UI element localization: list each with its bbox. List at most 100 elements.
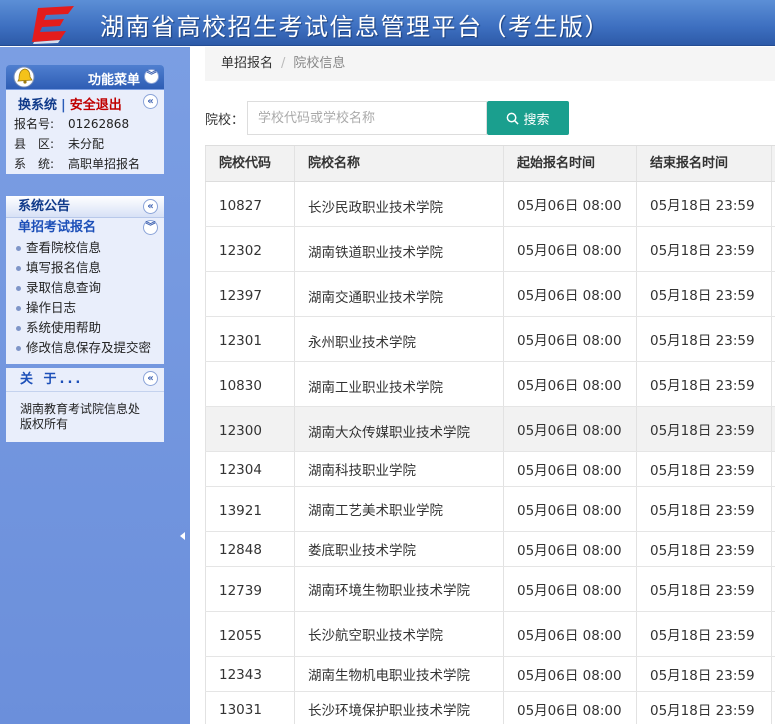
about-header[interactable]: 关 于... « <box>6 368 164 392</box>
table-row[interactable]: 12302 湖南铁道职业技术学院 05月06日 08:00 05月18日 23:59 <box>205 227 775 272</box>
nav-item-label: 操作日志 <box>26 300 77 315</box>
nav-item-label: 查看院校信息 <box>26 240 102 255</box>
start-time-cell: 05月06日 08:00 <box>517 503 622 519</box>
nav-item-help[interactable]: 系统使用帮助 <box>6 318 164 338</box>
menu-collapse-icon[interactable]: ︾ <box>144 69 159 84</box>
school-name-cell: 湖南工业职业技术学院 <box>308 380 443 396</box>
table-row[interactable]: 10830 湖南工业职业技术学院 05月06日 08:00 05月18日 23:59 <box>205 362 775 407</box>
field-label: 县 区: <box>14 137 55 151</box>
start-time-cell: 05月06日 08:00 <box>517 628 622 644</box>
school-search-input[interactable] <box>247 101 487 135</box>
table-header: 院校代码 院校名称 起始报名时间 结束报名时间 <box>205 146 775 182</box>
table-body: 10827 长沙民政职业技术学院 05月06日 08:00 05月18日 23:59 1… <box>205 182 775 724</box>
nav-item-view-schools[interactable]: 查看院校信息 <box>6 238 164 258</box>
notice-collapse-icon[interactable]: « <box>143 199 158 214</box>
bullet-icon <box>16 306 21 311</box>
school-code-cell: 12300 <box>219 423 262 439</box>
end-time-cell: 05月18日 23:59 <box>650 703 755 719</box>
end-time-cell: 05月18日 23:59 <box>650 423 755 439</box>
school-name-cell: 长沙环境保护职业技术学院 <box>308 703 470 719</box>
end-time-cell: 05月18日 23:59 <box>650 463 755 479</box>
end-time-cell: 05月18日 23:59 <box>650 288 755 304</box>
bullet-icon <box>16 246 21 251</box>
field-value: 01262868 <box>68 117 130 131</box>
table-row[interactable]: 12848 娄底职业技术学院 05月06日 08:00 05月18日 23:59 <box>205 532 775 567</box>
search-button[interactable]: 搜索 <box>487 101 569 135</box>
end-time-cell: 05月18日 23:59 <box>650 378 755 394</box>
logout-link[interactable]: 安全退出 <box>70 98 122 113</box>
table-row[interactable]: 12343 湖南生物机电职业技术学院 05月06日 08:00 05月18日 23:5… <box>205 657 775 692</box>
start-time-cell: 05月06日 08:00 <box>517 243 622 259</box>
field-label: 系 统: <box>14 157 55 171</box>
end-time-cell: 05月18日 23:59 <box>650 243 755 259</box>
school-name-cell: 永州职业技术学院 <box>308 335 416 351</box>
breadcrumb-current: 院校信息 <box>293 56 346 71</box>
column-header-end: 结束报名时间 <box>650 156 729 171</box>
table-row[interactable]: 12055 长沙航空职业技术学院 05月06日 08:00 05月18日 23:59 <box>205 612 775 657</box>
about-panel: 关 于... « 湖南教育考试院信息处版权所有 <box>6 368 164 442</box>
switch-system-link[interactable]: 换系统 <box>18 98 57 113</box>
start-time-cell: 05月06日 08:00 <box>517 543 622 559</box>
table-row[interactable]: 12304 湖南科技职业学院 05月06日 08:00 05月18日 23:59 <box>205 452 775 487</box>
sidebar-collapse-arrow-icon[interactable] <box>180 532 185 540</box>
search-button-label: 搜索 <box>523 112 550 128</box>
about-collapse-icon[interactable]: « <box>143 371 158 386</box>
start-time-cell: 05月06日 08:00 <box>517 703 622 719</box>
bullet-icon <box>16 286 21 291</box>
column-header-code: 院校代码 <box>219 156 272 171</box>
section-header[interactable]: 单招考试报名 ︾ <box>6 218 164 238</box>
field-value: 未分配 <box>68 137 105 151</box>
school-code-cell: 13031 <box>219 702 262 718</box>
breadcrumb: 单招报名 / 院校信息 <box>205 47 775 81</box>
exam-logo-icon <box>32 6 74 44</box>
school-name-cell: 湖南铁道职业技术学院 <box>308 245 443 261</box>
nav-item-label: 填写报名信息 <box>26 260 102 275</box>
bullet-icon <box>16 346 21 351</box>
notice-header[interactable]: 系统公告 « <box>6 196 164 218</box>
table-row[interactable]: 12739 湖南环境生物职业技术学院 05月06日 08:00 05月18日 23:5… <box>205 567 775 612</box>
end-time-cell: 05月18日 23:59 <box>650 583 755 599</box>
school-code-cell: 12055 <box>219 628 262 644</box>
field-value: 高职单招报名 <box>68 157 141 171</box>
table-row[interactable]: 13921 湖南工艺美术职业学院 05月06日 08:00 05月18日 23:59 <box>205 487 775 532</box>
end-time-cell: 05月18日 23:59 <box>650 333 755 349</box>
user-info-panel: « 换系统 | 安全退出 报名号: 01262868 县 区: 未分配 系 统: 高职单招… <box>6 90 164 174</box>
copyright-text: 湖南教育考试院信息处版权所有 <box>20 402 141 431</box>
breadcrumb-item[interactable]: 单招报名 <box>221 56 273 71</box>
start-time-cell: 05月06日 08:00 <box>517 288 622 304</box>
nav-item-fill-registration[interactable]: 填写报名信息 <box>6 258 164 278</box>
table-row[interactable]: 12300 湖南大众传媒职业技术学院 05月06日 08:00 05月18日 23:5… <box>205 407 775 452</box>
school-name-cell: 长沙民政职业技术学院 <box>308 200 443 216</box>
nav-item-operation-log[interactable]: 操作日志 <box>6 298 164 318</box>
table-row[interactable]: 12397 湖南交通职业技术学院 05月06日 08:00 05月18日 23:59 <box>205 272 775 317</box>
start-time-cell: 05月06日 08:00 <box>517 423 622 439</box>
table-row[interactable]: 12301 永州职业技术学院 05月06日 08:00 05月18日 23:59 <box>205 317 775 362</box>
end-time-cell: 05月18日 23:59 <box>650 543 755 559</box>
nav-item-label: 修改信息保存及提交密 <box>26 340 152 355</box>
user-panel-collapse-icon[interactable]: « <box>143 94 158 109</box>
user-field-row: 系 统: 高职单招报名 <box>6 154 164 174</box>
nav-item-label: 录取信息查询 <box>26 280 102 295</box>
function-menu-bar: 功能菜单 ︾ <box>6 65 164 89</box>
user-field-row: 县 区: 未分配 <box>6 134 164 154</box>
end-time-cell: 05月18日 23:59 <box>650 628 755 644</box>
bell-icon <box>13 66 35 88</box>
notice-title: 系统公告 <box>18 199 71 214</box>
school-code-cell: 13921 <box>219 503 262 519</box>
school-code-cell: 12397 <box>219 288 262 304</box>
table-row[interactable]: 13031 长沙环境保护职业技术学院 05月06日 08:00 05月18日 23:5… <box>205 692 775 724</box>
column-header-start: 起始报名时间 <box>517 156 596 171</box>
table-row[interactable]: 10827 长沙民政职业技术学院 05月06日 08:00 05月18日 23:59 <box>205 182 775 227</box>
about-title: 关 于... <box>20 372 84 387</box>
nav-item-change-password[interactable]: 修改信息保存及提交密 <box>6 338 164 358</box>
end-time-cell: 05月18日 23:59 <box>650 668 755 684</box>
start-time-cell: 05月06日 08:00 <box>517 668 622 684</box>
school-code-cell: 12343 <box>219 667 262 683</box>
breadcrumb-separator: / <box>281 56 286 71</box>
nav-item-admission-query[interactable]: 录取信息查询 <box>6 278 164 298</box>
user-field-row: 报名号: 01262868 <box>6 114 164 134</box>
school-name-cell: 湖南工艺美术职业学院 <box>308 503 443 519</box>
nav-item-label: 系统使用帮助 <box>26 320 102 335</box>
section-expand-icon[interactable]: ︾ <box>143 220 158 235</box>
app-header: 湖南省高校招生考试信息管理平台（考生版） <box>0 0 775 46</box>
